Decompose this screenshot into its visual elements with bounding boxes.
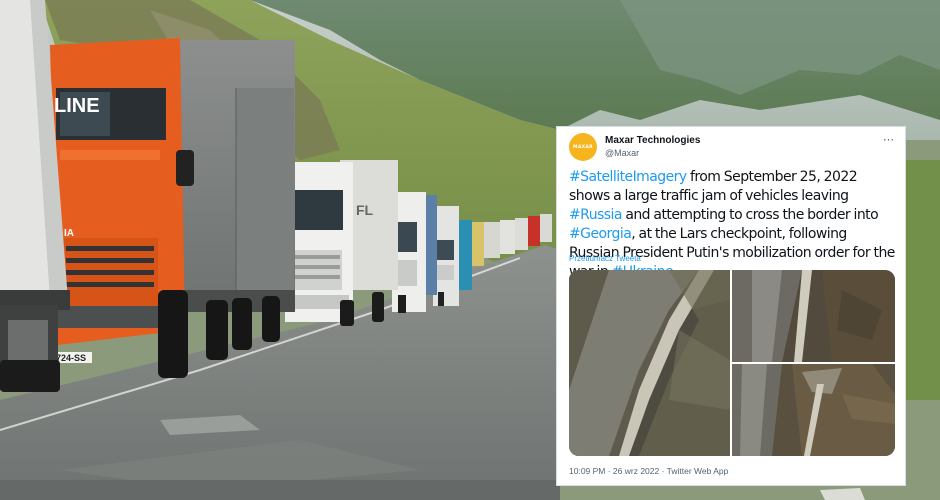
avatar-text: MAXAR <box>573 144 593 150</box>
truck-plate: 724-SS <box>56 353 86 363</box>
ellipsis-icon[interactable]: ⋯ <box>883 133 895 146</box>
avatar[interactable]: MAXAR <box>569 133 597 161</box>
hashtag-satelliteimagery[interactable]: #SatelliteImagery <box>569 169 687 185</box>
hashtag-georgia[interactable]: #Georgia <box>569 226 632 242</box>
hashtag-russia[interactable]: #Russia <box>569 207 622 223</box>
tweet-timestamp[interactable]: 10:09 PM · 26 wrz 2022 · Twitter Web App <box>569 466 728 476</box>
tweet-text: #SatelliteImagery from September 25, 202… <box>569 168 899 282</box>
satellite-image-1[interactable] <box>569 270 730 456</box>
translate-link[interactable]: Przetłumacz Tweeta <box>569 254 641 263</box>
white-truck-near: FL <box>285 160 398 326</box>
white-truck-mid <box>392 192 437 313</box>
tweet-image-grid[interactable] <box>569 270 895 456</box>
image-divider-horizontal <box>732 362 895 364</box>
author-handle[interactable]: @Maxar <box>605 148 639 158</box>
satellite-image-3[interactable] <box>732 364 895 456</box>
author-name[interactable]: Maxar Technologies <box>605 135 700 146</box>
orange-truck: 724-SS LINE IA <box>50 38 295 378</box>
tweet-card[interactable]: MAXAR Maxar Technologies @Maxar ⋯ #Satel… <box>556 126 906 486</box>
truck-lettering: LINE <box>54 95 100 117</box>
truck-brand: IA <box>64 228 74 239</box>
white-truck-lettering: FL <box>356 202 374 218</box>
satellite-image-2[interactable] <box>732 270 895 362</box>
tweet-text-part: and attempting to cross the border into <box>621 207 879 223</box>
